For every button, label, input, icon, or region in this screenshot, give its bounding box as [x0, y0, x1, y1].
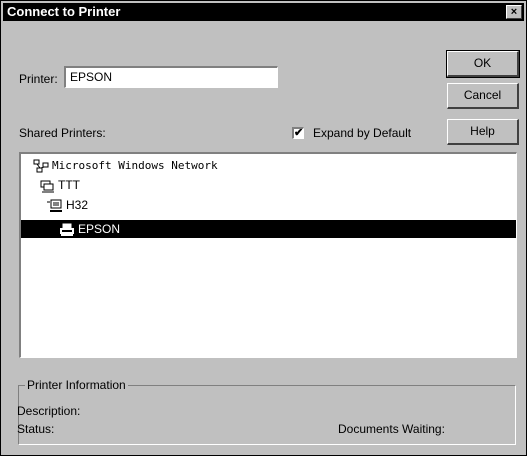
ok-button[interactable]: OK	[446, 50, 520, 78]
tree-item-printer[interactable]: EPSON	[21, 220, 516, 238]
printer-input[interactable]: EPSON	[64, 66, 278, 88]
expand-by-default-checkbox[interactable]: ✔	[292, 127, 304, 139]
printer-label: Printer:	[19, 72, 58, 86]
expand-by-default-label[interactable]: Expand by Default	[313, 126, 411, 140]
domain-icon	[39, 179, 55, 193]
printer-label-text: Printer:	[19, 72, 58, 86]
help-button[interactable]: Help	[447, 119, 519, 145]
shared-printers-label: Shared Printers:	[19, 126, 106, 140]
printer-information-group: Printer Information Description: Status:…	[17, 378, 516, 445]
shared-printers-tree[interactable]: Microsoft Windows Network TTT H32 EPSON	[19, 152, 517, 358]
tree-item-domain[interactable]: TTT	[39, 176, 80, 194]
tree-item-label: EPSON	[78, 222, 121, 236]
cancel-button[interactable]: Cancel	[447, 83, 519, 109]
tree-item-network[interactable]: Microsoft Windows Network	[33, 156, 218, 174]
tree-item-label: TTT	[58, 178, 80, 192]
tree-item-label: Microsoft Windows Network	[52, 159, 218, 172]
documents-waiting-label: Documents Waiting:	[338, 422, 445, 436]
computer-icon	[47, 199, 63, 213]
tree-item-label: H32	[66, 198, 89, 212]
printer-information-title: Printer Information	[25, 378, 128, 392]
window-title: Connect to Printer	[7, 4, 121, 19]
description-label: Description:	[17, 404, 81, 418]
title-bar[interactable]: Connect to Printer ×	[3, 3, 524, 21]
connect-to-printer-dialog: Connect to Printer × Printer: EPSON OK C…	[0, 0, 527, 456]
status-label: Status:	[17, 422, 55, 436]
tree-item-computer[interactable]: H32	[47, 196, 88, 214]
printer-icon	[59, 223, 75, 237]
network-icon	[33, 159, 49, 173]
close-button[interactable]: ×	[506, 5, 522, 19]
